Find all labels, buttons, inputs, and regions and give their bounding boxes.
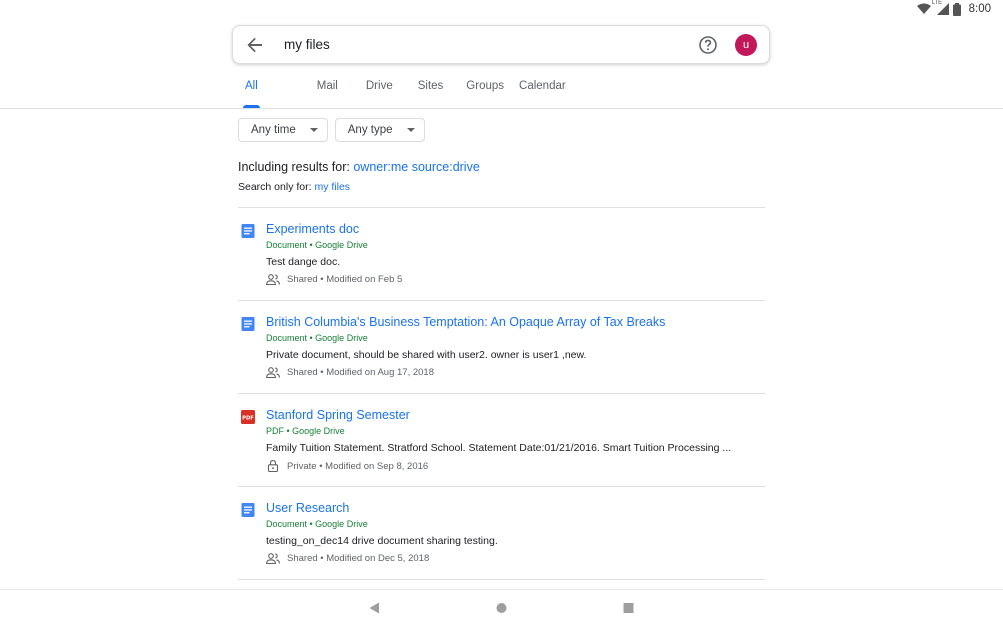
status-bar: LTE 8:00 — [916, 0, 1003, 18]
tab-sites[interactable]: Sites — [406, 80, 457, 108]
doc-icon — [241, 317, 255, 331]
tabs-divider — [0, 108, 1003, 109]
result-meta-text: Shared • Modified on Aug 17, 2018 — [287, 367, 434, 378]
result-meta: Shared • Modified on Aug 17, 2018 — [266, 367, 434, 378]
lock-icon — [267, 460, 279, 472]
tab-groups[interactable]: Groups — [456, 80, 517, 108]
status-time: 8:00 — [968, 3, 991, 15]
result-source: Document • Google Drive — [266, 333, 368, 343]
result-snippet: Test dange doc. — [266, 256, 341, 268]
svg-text:PDF: PDF — [242, 415, 254, 421]
navigation-bar — [0, 589, 1003, 628]
including-query-link[interactable]: owner:me source:drive — [353, 160, 479, 174]
result-item[interactable]: Experiments doc Document • Google Drive … — [238, 207, 765, 300]
result-meta-text: Shared • Modified on Dec 5, 2018 — [287, 553, 430, 564]
doc-icon — [241, 503, 255, 517]
shared-icon — [266, 553, 280, 564]
result-meta: Shared • Modified on Dec 5, 2018 — [266, 553, 429, 564]
tab-drive[interactable]: Drive — [351, 80, 406, 108]
nav-back-icon[interactable] — [369, 602, 380, 614]
result-snippet: Family Tuition Statement. Stratford Scho… — [266, 442, 732, 454]
result-title[interactable]: British Columbia's Business Temptation: … — [266, 315, 665, 329]
result-title[interactable]: Experiments doc — [266, 222, 359, 236]
result-item[interactable]: British Columbia's Business Temptation: … — [238, 300, 765, 393]
caret-down-icon — [309, 128, 318, 132]
result-title[interactable]: Stanford Spring Semester — [266, 408, 410, 422]
search-only-link[interactable]: my files — [314, 181, 350, 193]
including-results: Including results for: owner:me source:d… — [238, 160, 480, 174]
search-input[interactable]: my files — [284, 37, 698, 52]
arrow-back-icon — [247, 37, 262, 52]
network-indicator: LTE — [931, 0, 949, 15]
search-bar[interactable]: my files u — [232, 25, 770, 64]
tab-all[interactable]: All — [232, 80, 271, 108]
time-filter-dropdown[interactable]: Any time — [238, 118, 328, 142]
results-list: Experiments doc Document • Google Drive … — [238, 207, 765, 580]
battery-icon — [952, 2, 961, 16]
result-source: Document • Google Drive — [266, 240, 368, 250]
pdf-icon: PDF — [241, 410, 255, 424]
result-meta: Shared • Modified on Feb 5 — [266, 274, 402, 285]
result-meta: Private • Modified on Sep 8, 2016 — [266, 460, 428, 472]
caret-down-icon — [406, 128, 415, 132]
result-title[interactable]: User Research — [266, 501, 349, 515]
shared-icon — [266, 274, 280, 285]
nav-recents-icon[interactable] — [623, 602, 634, 614]
network-type-label: LTE — [931, 0, 943, 6]
help-icon[interactable] — [698, 35, 718, 55]
search-only-prefix: Search only for: — [238, 181, 312, 193]
result-source: PDF • Google Drive — [266, 426, 345, 436]
result-meta-text: Shared • Modified on Feb 5 — [287, 274, 403, 285]
filter-bar: Any time Any type — [238, 118, 425, 142]
tab-mail[interactable]: Mail — [271, 80, 351, 108]
including-prefix: Including results for: — [238, 160, 350, 174]
type-filter-label: Any type — [347, 124, 393, 136]
shared-icon — [266, 367, 280, 378]
search-only: Search only for: my files — [238, 181, 350, 193]
tab-calendar[interactable]: Calendar — [517, 80, 579, 108]
results-divider — [238, 579, 765, 580]
wifi-icon — [916, 3, 931, 14]
back-button[interactable] — [245, 35, 265, 55]
nav-home-icon[interactable] — [496, 602, 507, 614]
result-snippet: Private document, should be shared with … — [266, 349, 587, 361]
avatar[interactable]: u — [735, 33, 757, 56]
result-meta-text: Private • Modified on Sep 8, 2016 — [287, 460, 429, 472]
type-filter-dropdown[interactable]: Any type — [334, 118, 425, 142]
result-snippet: testing_on_dec14 drive document sharing … — [266, 535, 498, 547]
result-item[interactable]: User Research Document • Google Drive te… — [238, 486, 765, 579]
search-tabs: All Mail Drive Sites Groups Calendar — [232, 80, 579, 108]
result-source: Document • Google Drive — [266, 519, 368, 529]
doc-icon — [241, 224, 255, 238]
result-item[interactable]: PDF Stanford Spring Semester PDF • Googl… — [238, 393, 765, 486]
time-filter-label: Any time — [251, 124, 296, 136]
